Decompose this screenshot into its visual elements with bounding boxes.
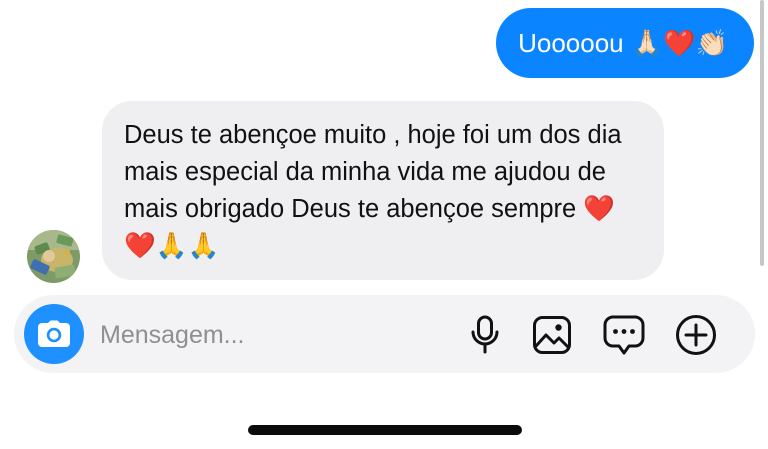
scroll-indicator[interactable] — [760, 0, 764, 266]
avatar-image — [27, 230, 80, 283]
add-icon — [676, 315, 716, 355]
gallery-icon — [533, 316, 571, 354]
message-input[interactable] — [100, 319, 430, 351]
home-indicator[interactable] — [248, 425, 522, 435]
sticker-chat-button[interactable] — [603, 314, 645, 356]
incoming-message-text: Deus te abençoe muito , hoje foi um dos … — [124, 121, 622, 260]
sticker-chat-icon — [603, 315, 645, 355]
add-button[interactable] — [675, 314, 717, 356]
outgoing-message-text: Uooooou 🙏🏻❤️👏🏻 — [518, 27, 728, 58]
outgoing-message-bubble[interactable]: Uooooou 🙏🏻❤️👏🏻 — [496, 8, 754, 78]
avatar[interactable] — [27, 230, 80, 283]
gallery-button[interactable] — [531, 314, 573, 356]
microphone-icon — [471, 315, 499, 354]
camera-icon — [38, 320, 70, 347]
message-composer — [14, 295, 755, 373]
incoming-message-bubble[interactable]: Deus te abençoe muito , hoje foi um dos … — [102, 101, 664, 280]
camera-button[interactable] — [24, 304, 84, 364]
microphone-button[interactable] — [464, 314, 506, 356]
